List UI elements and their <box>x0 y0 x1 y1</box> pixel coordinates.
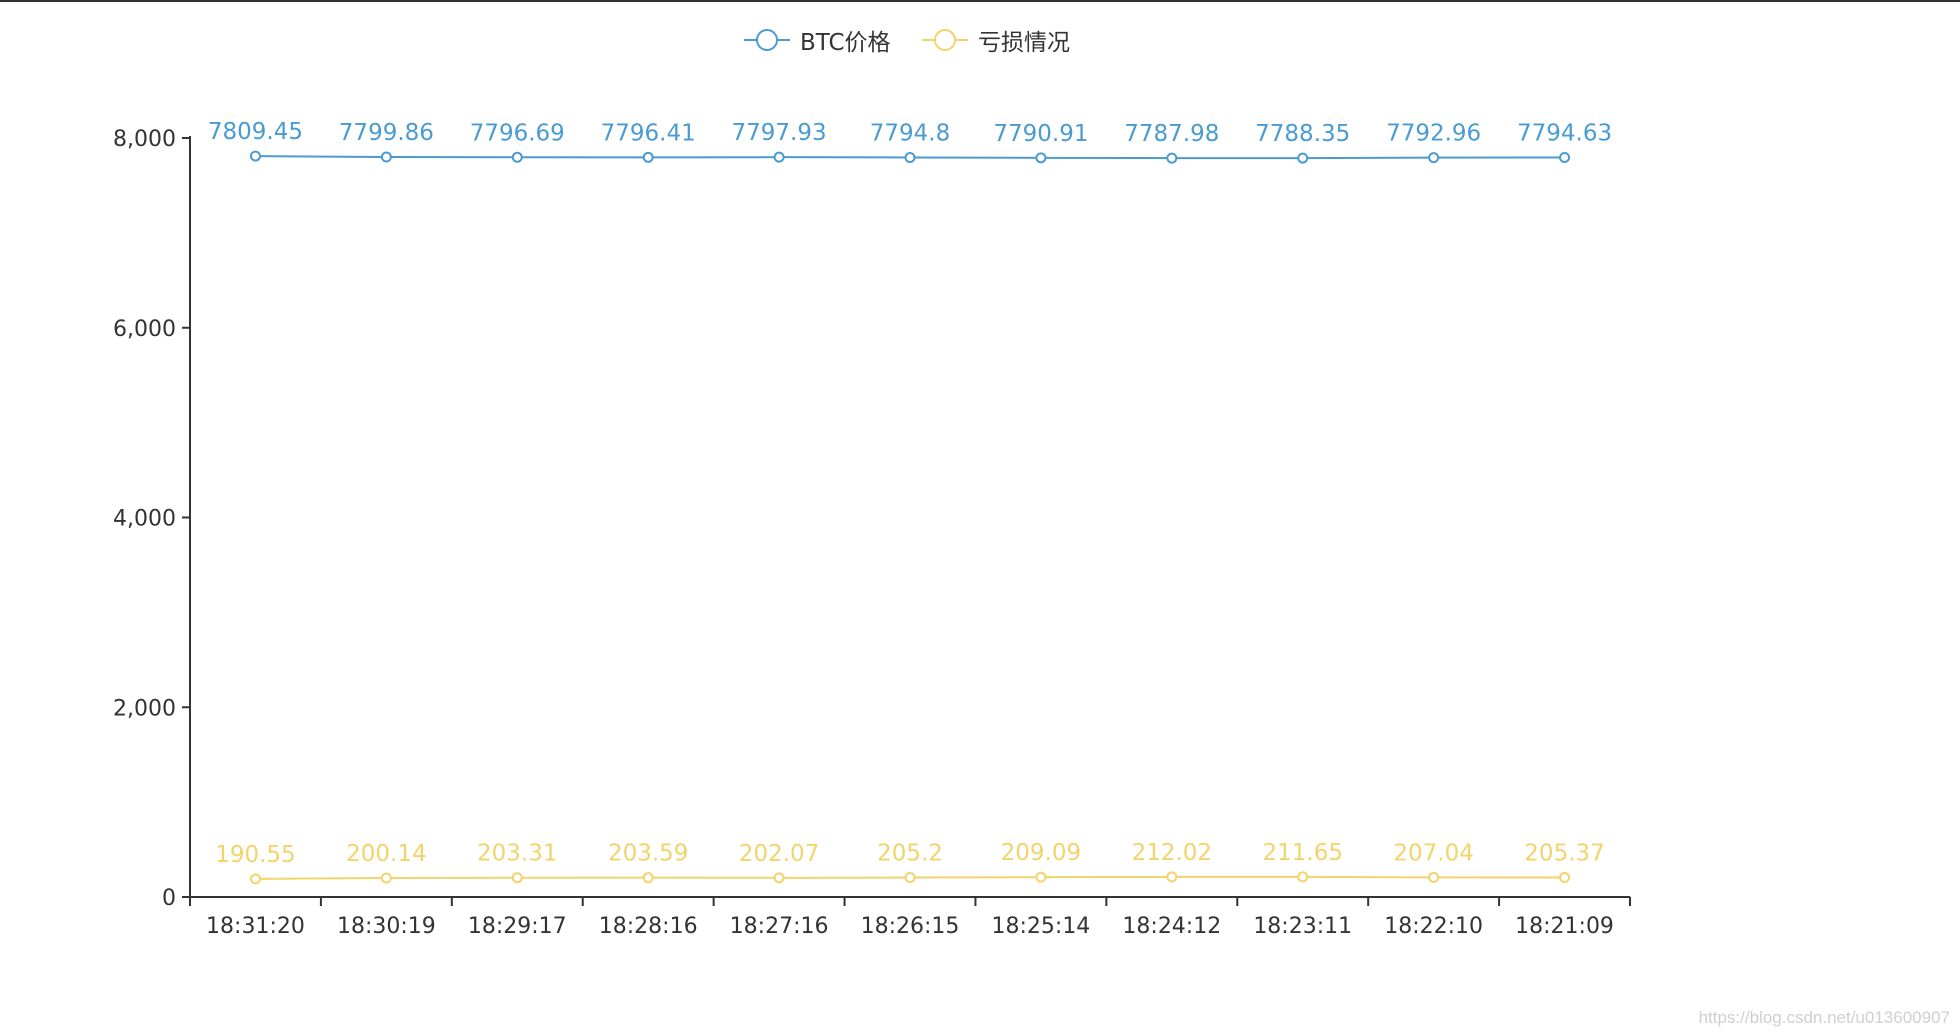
data-label: 205.37 <box>1524 841 1604 867</box>
data-point <box>773 872 785 884</box>
x-tick-label: 18:31:20 <box>206 914 305 939</box>
data-label: 7794.63 <box>1517 120 1612 146</box>
data-label: 203.59 <box>608 841 688 867</box>
data-point <box>380 872 392 884</box>
data-point <box>1035 152 1047 164</box>
y-tick-label: 6,000 <box>113 317 176 342</box>
data-label: 7799.86 <box>339 120 434 146</box>
x-tick-label: 18:29:17 <box>468 914 567 939</box>
line-chart: 0 2,000 4,000 6,000 8,000 18:31:20 18:30:19 18:… <box>113 119 1631 939</box>
data-point <box>642 872 654 884</box>
data-point <box>1559 872 1571 884</box>
data-point <box>904 872 916 884</box>
data-label: 205.2 <box>877 841 943 867</box>
data-label: 203.31 <box>477 841 557 867</box>
data-label: 7797.93 <box>732 120 827 146</box>
data-label: 7792.96 <box>1386 121 1481 147</box>
x-tick-label: 18:27:16 <box>730 914 829 939</box>
data-label: 209.09 <box>1001 840 1081 866</box>
y-tick-label: 4,000 <box>113 507 176 532</box>
data-point <box>1035 871 1047 883</box>
y-tick-label: 2,000 <box>113 696 176 721</box>
data-point <box>642 151 654 163</box>
data-point <box>1297 152 1309 164</box>
data-label: 212.02 <box>1132 840 1212 866</box>
x-tick-label: 18:28:16 <box>599 914 698 939</box>
data-label: 7794.8 <box>870 120 950 146</box>
data-point <box>1166 871 1178 883</box>
data-label: 7787.98 <box>1124 121 1219 147</box>
x-tick-label: 18:30:19 <box>337 914 436 939</box>
data-label: 7809.45 <box>208 119 303 145</box>
x-tick-label: 18:22:10 <box>1384 914 1483 939</box>
data-label: 190.55 <box>215 842 295 868</box>
data-label: 207.04 <box>1393 840 1473 866</box>
data-label: 7790.91 <box>993 121 1088 147</box>
data-point <box>380 151 392 163</box>
data-point <box>511 872 523 884</box>
x-tick-label: 18:23:11 <box>1253 914 1352 939</box>
data-label: 211.65 <box>1262 840 1342 866</box>
data-point <box>1428 152 1440 164</box>
data-label: 7796.69 <box>470 120 565 146</box>
data-point <box>1166 152 1178 164</box>
data-label: 7788.35 <box>1255 121 1350 147</box>
y-tick-label: 8,000 <box>113 127 176 152</box>
x-tick-label: 18:25:14 <box>992 914 1091 939</box>
watermark: https://blog.csdn.net/u013600907 <box>1698 1008 1950 1027</box>
data-point <box>773 151 785 163</box>
data-point <box>904 151 916 163</box>
x-tick-label: 18:24:12 <box>1122 914 1221 939</box>
data-point <box>249 150 261 162</box>
data-point <box>1297 871 1309 883</box>
data-point <box>1559 151 1571 163</box>
x-tick-label: 18:26:15 <box>861 914 960 939</box>
y-tick-label: 0 <box>162 886 176 911</box>
data-point <box>511 151 523 163</box>
data-point <box>249 873 261 885</box>
data-point <box>1428 871 1440 883</box>
data-label: 7796.41 <box>601 120 696 146</box>
x-tick-label: 18:21:09 <box>1515 914 1614 939</box>
data-label: 200.14 <box>346 841 426 867</box>
data-label: 202.07 <box>739 841 819 867</box>
